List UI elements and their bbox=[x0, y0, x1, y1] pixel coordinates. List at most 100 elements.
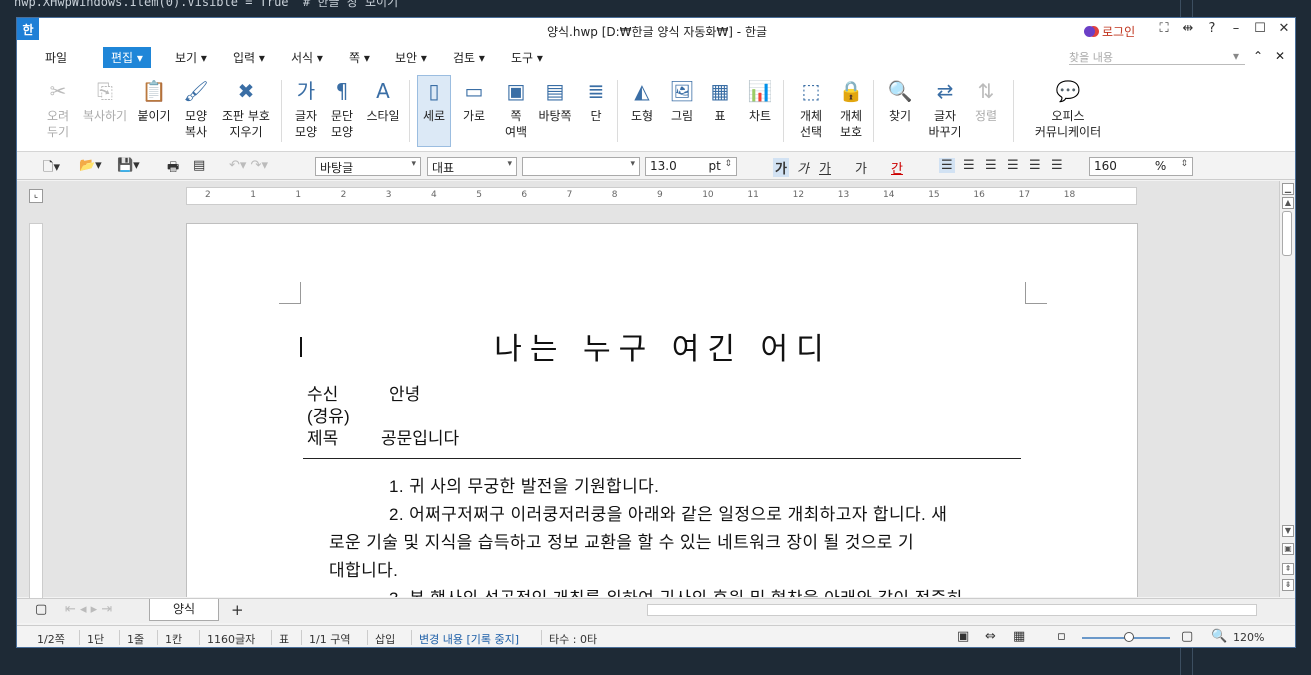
ribbon-button-paste[interactable]: 📋 붙이기 bbox=[137, 78, 171, 124]
ribbon-button-landscape[interactable]: ▭ 가로 bbox=[457, 78, 491, 124]
horizontal-scrollbar[interactable] bbox=[647, 604, 1257, 616]
tab-nav-icon[interactable]: ⇤ ◂ ▸ ⇥ bbox=[65, 602, 112, 617]
menu-edit[interactable]: 편집 ▾ bbox=[103, 47, 151, 68]
split-align-icon[interactable]: ☰ bbox=[1051, 158, 1063, 173]
distribute-icon[interactable]: ☰ bbox=[1029, 158, 1041, 173]
status-separator bbox=[411, 630, 412, 645]
page-layout-icon[interactable]: ▣ bbox=[957, 629, 969, 644]
new-doc-icon[interactable]: 🗋▾ bbox=[43, 158, 60, 180]
ribbon-button-protect-object[interactable]: 🔒 개체 보호 bbox=[833, 78, 869, 140]
body-line: 2. 어쩌구저쩌구 이러쿵저러쿵을 아래와 같은 일정으로 개최하고자 합니다.… bbox=[389, 505, 948, 524]
font-size-input[interactable]: 13.0 pt ⇕ bbox=[645, 157, 737, 176]
preview-icon[interactable]: ▤ bbox=[193, 158, 205, 173]
vertical-scrollbar[interactable]: ▁ ▲ ▼ ▣ ⇞ ⇟ bbox=[1279, 181, 1295, 597]
menu-page[interactable]: 쪽 ▾ bbox=[349, 49, 370, 66]
zoom-slider-knob[interactable] bbox=[1124, 632, 1134, 642]
collapse-ribbon-icon[interactable]: ⌃ bbox=[1253, 49, 1263, 63]
ribbon-button-portrait[interactable]: ▯ 세로 bbox=[417, 75, 451, 147]
prev-page-icon[interactable]: ⇞ bbox=[1282, 563, 1294, 575]
split-view-icon[interactable]: ⇹ bbox=[1178, 21, 1198, 36]
menu-insert[interactable]: 입력 ▾ bbox=[233, 49, 265, 66]
bold-button[interactable]: 가 bbox=[773, 158, 789, 177]
ribbon-button-margin[interactable]: ▣ 쪽 여백 bbox=[499, 78, 533, 140]
ribbon-button-paragraph[interactable]: ¶ 문단 모양 bbox=[327, 78, 357, 140]
ribbon-button-shapes[interactable]: ◭ 도형 bbox=[627, 78, 657, 124]
ribbon-button-sort[interactable]: ⇅ 정렬 bbox=[969, 78, 1003, 124]
print-icon[interactable]: 🖶 bbox=[167, 158, 179, 180]
page-view-icon[interactable]: ▣ bbox=[1282, 543, 1294, 555]
zoom-input[interactable]: 160% ⇕ bbox=[1089, 157, 1193, 176]
ribbon-button-columns[interactable]: ≣ 단 bbox=[581, 78, 611, 124]
font-color-button[interactable]: 간 bbox=[891, 158, 903, 177]
close-doc-icon[interactable]: ✕ bbox=[1275, 49, 1285, 63]
add-tab-button[interactable]: + bbox=[231, 601, 244, 619]
open-icon[interactable]: 📂▾ bbox=[79, 158, 102, 173]
ribbon-button-char-shape[interactable]: 가 글자 모양 bbox=[291, 78, 321, 140]
zoom-icon[interactable]: 🔍 bbox=[1211, 629, 1227, 644]
ribbon-label: 정렬 bbox=[974, 109, 998, 123]
horizontal-ruler[interactable]: 2 1 1 2 3 4 5 6 7 8 9 10 11 12 13 14 15 16 17 18 bbox=[186, 187, 1137, 205]
tab-menu-icon[interactable]: ▢ bbox=[35, 602, 47, 617]
document-page[interactable]: 나는 누구 여긴 어디 수신 안녕 (경유) 제목 공문입니다 1. 귀 사의 … bbox=[186, 223, 1138, 597]
style-select[interactable]: 바탕글 ▾ bbox=[315, 157, 421, 176]
fit-width-icon[interactable]: ⇔ bbox=[985, 629, 996, 644]
help-icon[interactable]: ? bbox=[1202, 21, 1222, 36]
ribbon-label: 문단 bbox=[330, 109, 354, 123]
ribbon-button-picture[interactable]: 🖼 그림 bbox=[667, 78, 697, 124]
menu-review[interactable]: 검토 ▾ bbox=[453, 49, 485, 66]
full-page-icon[interactable]: ▦ bbox=[1013, 629, 1025, 644]
next-page-icon[interactable]: ⇟ bbox=[1282, 579, 1294, 591]
ribbon-button-clear-format[interactable]: ✖ 조판 부호 지우기 bbox=[219, 78, 273, 140]
scroll-top-icon[interactable]: ▁ bbox=[1282, 183, 1294, 195]
undo-icon[interactable]: ↶▾ ↷▾ bbox=[229, 158, 268, 173]
menu-tools[interactable]: 도구 ▾ bbox=[511, 49, 543, 66]
scroll-up-icon[interactable]: ▲ bbox=[1282, 197, 1294, 209]
ribbon-button-style[interactable]: A 스타일 bbox=[365, 78, 401, 124]
vertical-ruler[interactable] bbox=[29, 223, 43, 603]
menu-file[interactable]: 파일 bbox=[45, 49, 67, 66]
zoom-out-icon[interactable]: ▫ bbox=[1057, 629, 1066, 644]
status-item[interactable]: 삽입 bbox=[375, 631, 395, 647]
ribbon-button-master-page[interactable]: ▤ 바탕쪽 bbox=[535, 78, 575, 124]
status-separator bbox=[157, 630, 158, 645]
align-left-icon[interactable]: ☰ bbox=[963, 158, 975, 173]
underline-button[interactable]: 가 bbox=[819, 158, 831, 177]
italic-button[interactable]: 가 bbox=[797, 158, 809, 177]
scroll-down-icon[interactable]: ▼ bbox=[1282, 525, 1294, 537]
align-center-icon[interactable]: ☰ bbox=[985, 158, 997, 173]
zoom-in-icon[interactable]: ▢ bbox=[1181, 629, 1193, 644]
ribbon-button-chart[interactable]: 📊 차트 bbox=[745, 78, 775, 124]
menu-security[interactable]: 보안 ▾ bbox=[395, 49, 427, 66]
strike-button[interactable]: 가 bbox=[855, 158, 867, 177]
menu-view[interactable]: 보기 ▾ bbox=[175, 49, 207, 66]
align-right-icon[interactable]: ☰ bbox=[1007, 158, 1019, 173]
login-button[interactable]: 로그인 bbox=[1084, 23, 1135, 40]
menu-format[interactable]: 서식 ▾ bbox=[291, 49, 323, 66]
minimize-button[interactable]: – bbox=[1226, 21, 1246, 36]
margin-corner-mark bbox=[279, 282, 301, 304]
ribbon-button-table[interactable]: ▦ 표 bbox=[707, 78, 733, 124]
ruler-tick: 18 bbox=[1063, 190, 1076, 200]
language-select[interactable]: 대표 ▾ bbox=[427, 157, 517, 176]
scroll-thumb[interactable] bbox=[1282, 211, 1292, 256]
ribbon-button-format-painter[interactable]: 🖌 모양 복사 bbox=[179, 78, 213, 140]
tab-type-icon[interactable]: ⌞ bbox=[29, 189, 43, 203]
ribbon-button-scissors[interactable]: ✂ 오려 두기 bbox=[41, 78, 75, 140]
status-item[interactable]: 변경 내용 [기록 중지] bbox=[419, 631, 519, 647]
fullscreen-icon[interactable]: ⛶ bbox=[1154, 21, 1174, 36]
close-button[interactable]: ✕ bbox=[1274, 21, 1294, 36]
align-justify-icon[interactable]: ☰ bbox=[939, 158, 955, 173]
maximize-button[interactable]: ☐ bbox=[1250, 21, 1270, 36]
ribbon-button-find[interactable]: 🔍 찾기 bbox=[883, 78, 917, 124]
ribbon-button-communicator[interactable]: 💬 오피스 커뮤니케이터 bbox=[1025, 78, 1111, 140]
document-area[interactable]: 나는 누구 여긴 어디 수신 안녕 (경유) 제목 공문입니다 1. 귀 사의 … bbox=[17, 181, 1279, 597]
body-line: 로운 기술 및 지식을 습득하고 정보 교환을 할 수 있는 네트워크 장이 될… bbox=[329, 533, 915, 552]
search-dropdown-icon[interactable]: ▾ bbox=[1233, 49, 1239, 63]
ribbon-button-copy[interactable]: ⎘ 복사하기 bbox=[81, 78, 129, 124]
ribbon-button-replace[interactable]: ⇄ 글자 바꾸기 bbox=[925, 78, 965, 140]
font-select[interactable]: ▾ bbox=[522, 157, 640, 176]
save-icon[interactable]: 💾▾ bbox=[117, 158, 140, 173]
ribbon-button-select-object[interactable]: ⬚ 개체 선택 bbox=[793, 78, 829, 140]
find-input[interactable]: 찾을 내용 bbox=[1069, 49, 1245, 65]
tab-document[interactable]: 양식 bbox=[149, 599, 219, 621]
